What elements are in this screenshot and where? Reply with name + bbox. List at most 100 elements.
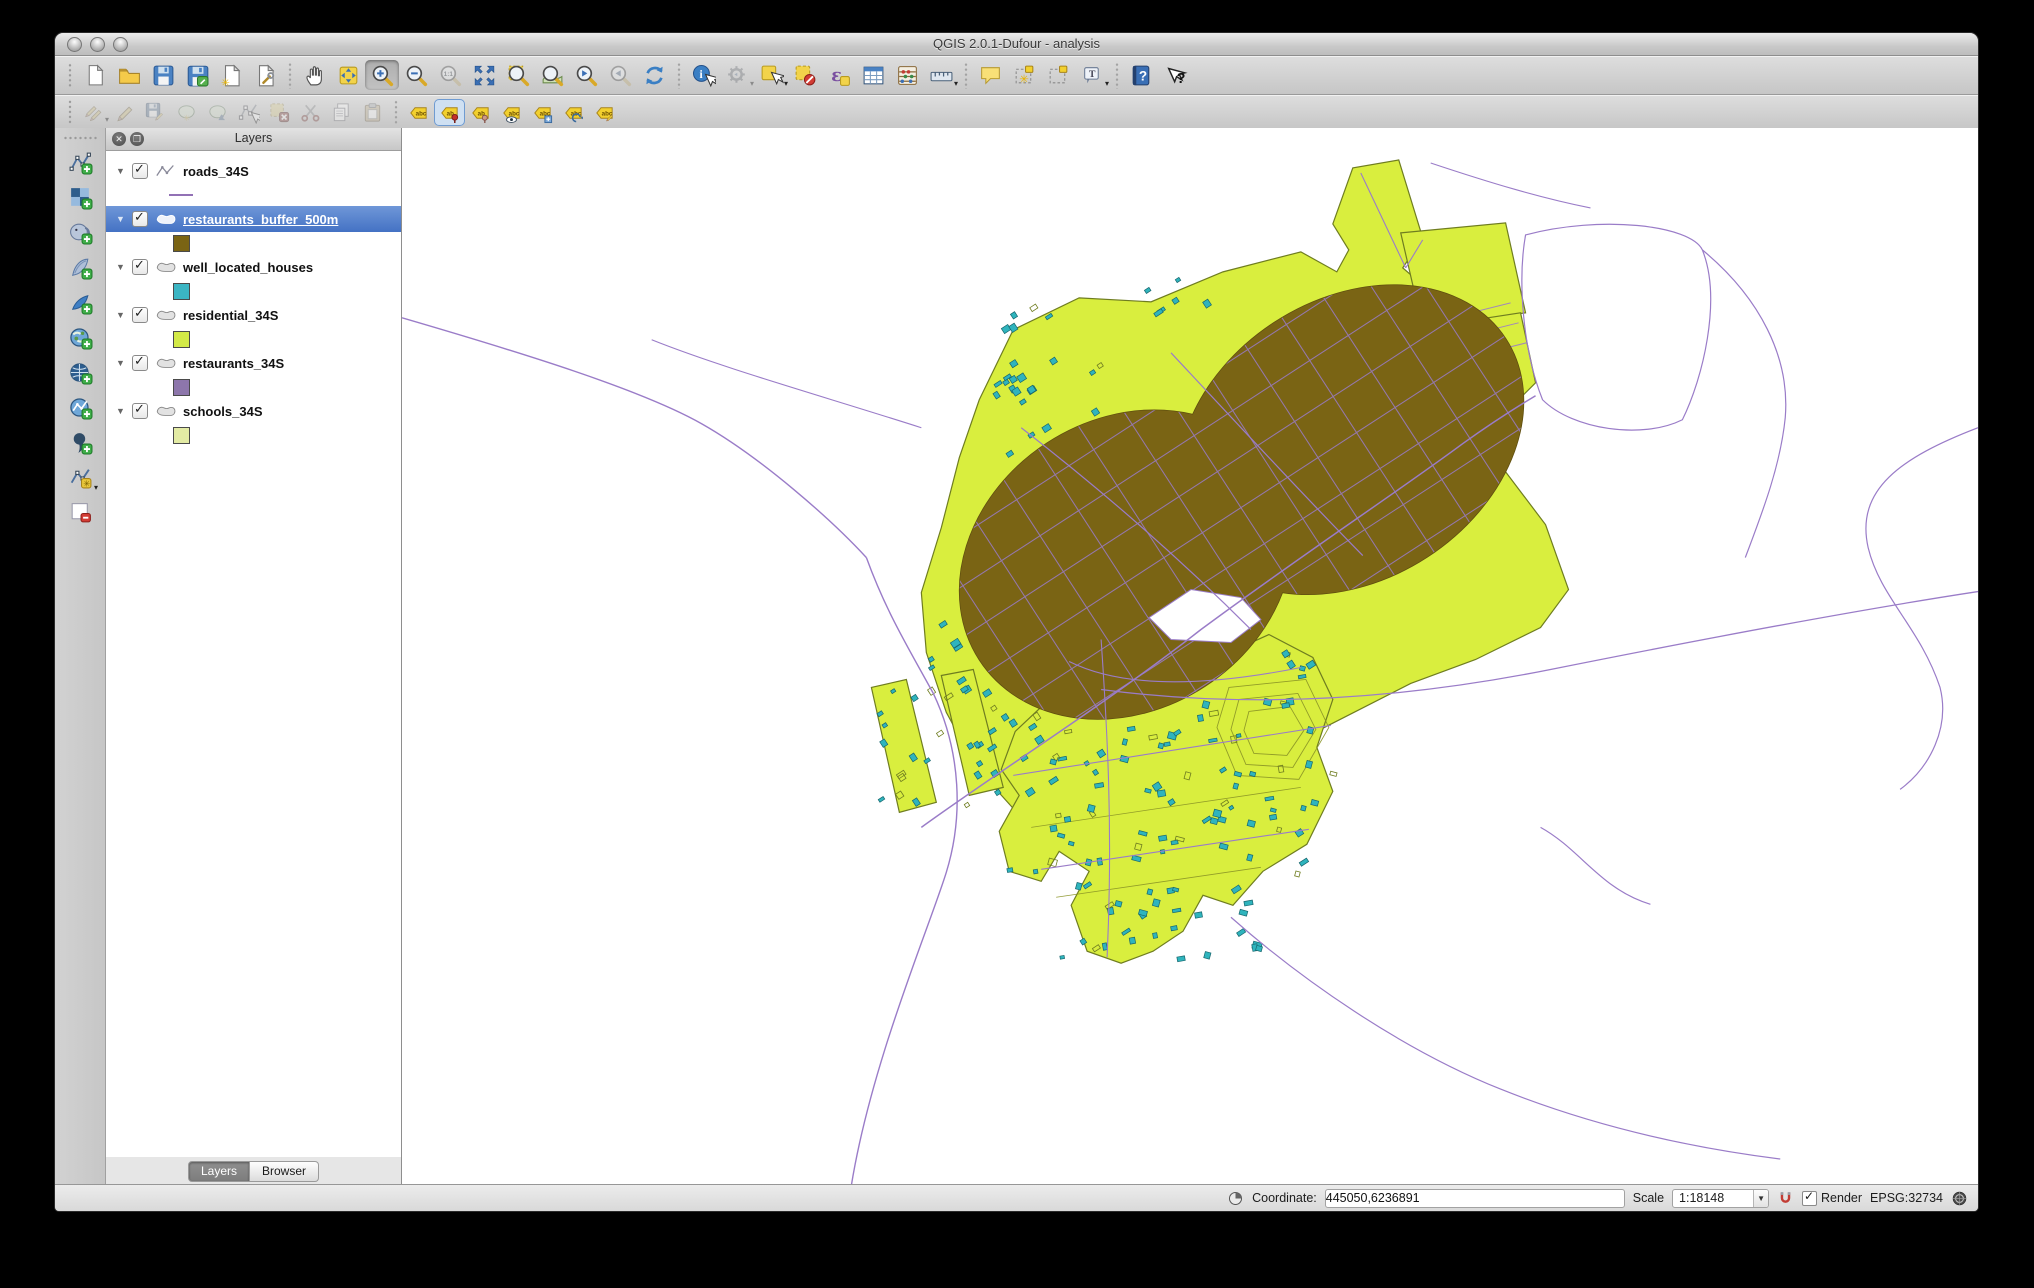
layer-item-schools_34S[interactable]: ▼schools_34S — [106, 398, 401, 424]
layer-swatch[interactable] — [173, 379, 190, 396]
identify-features-button[interactable]: i — [686, 60, 720, 90]
layer-swatch[interactable] — [173, 427, 190, 444]
layer-expand-icon[interactable]: ▼ — [116, 262, 126, 272]
move-label-button[interactable]: abc — [527, 99, 558, 126]
add-wfs-layer-button[interactable] — [62, 391, 98, 424]
help-contents-button[interactable]: ? — [1124, 60, 1158, 90]
pan-map-button[interactable] — [297, 60, 331, 90]
layer-item-residential_34S[interactable]: ▼residential_34S — [106, 302, 401, 328]
add-postgis-layer-button[interactable] — [62, 216, 98, 249]
layer-swatch[interactable] — [169, 194, 193, 196]
map-tips-button[interactable] — [973, 60, 1007, 90]
labeling-options-button[interactable]: abc — [403, 99, 434, 126]
layer-expand-icon[interactable]: ▼ — [116, 166, 126, 176]
tag-move-icon: abc — [531, 101, 554, 124]
layer-visibility-checkbox[interactable] — [132, 163, 148, 179]
layer-swatch[interactable] — [173, 331, 190, 348]
new-print-composer-button[interactable]: ✳ — [214, 60, 248, 90]
text-annotation-button[interactable]: T▾ — [1075, 60, 1109, 90]
layer-visibility-checkbox[interactable] — [132, 403, 148, 419]
map-canvas[interactable] — [402, 128, 1978, 1185]
open-project-button[interactable] — [112, 60, 146, 90]
show-hide-labels-button[interactable]: abc — [496, 99, 527, 126]
map-refresh-button[interactable] — [637, 60, 671, 90]
new-shapefile-layer-button[interactable]: ✳▾ — [62, 461, 98, 494]
layer-expand-icon[interactable]: ▼ — [116, 358, 126, 368]
hand-icon — [302, 63, 327, 88]
layer-name: restaurants_34S — [183, 356, 284, 371]
select-by-expression-button[interactable]: ε — [822, 60, 856, 90]
add-wcs-layer-button[interactable] — [62, 356, 98, 389]
svg-text:abc: abc — [416, 110, 427, 117]
layer-item-restaurants_buffer_500m[interactable]: ▼restaurants_buffer_500m — [106, 206, 401, 232]
add-mssql-layer-button[interactable] — [62, 286, 98, 319]
save-project-button[interactable] — [146, 60, 180, 90]
dropdown-arrow-icon[interactable]: ▾ — [1105, 80, 1109, 88]
delete-selected-button — [264, 99, 295, 126]
scale-combo[interactable]: 1:18148 ▼ — [1672, 1189, 1769, 1208]
change-label-properties-button[interactable]: abc — [589, 99, 620, 126]
add-vector-layer-button[interactable] — [62, 146, 98, 179]
field-calculator-button[interactable] — [890, 60, 924, 90]
layer-visibility-checkbox[interactable] — [132, 211, 148, 227]
deselect-features-button[interactable] — [788, 60, 822, 90]
layer-visibility-checkbox[interactable] — [132, 307, 148, 323]
panel-tabs: LayersBrowser — [106, 1157, 401, 1185]
layer-item-restaurants_34S[interactable]: ▼ restaurants_34S — [106, 350, 401, 376]
render-toggle[interactable]: Render — [1802, 1191, 1862, 1206]
whats-this-button[interactable]: ? — [1158, 60, 1192, 90]
scale-lock-icon[interactable] — [1777, 1190, 1794, 1207]
remove-layer-button[interactable] — [62, 496, 98, 529]
layer-item-well_located_houses[interactable]: ▼well_located_houses — [106, 254, 401, 280]
tag-abc-icon: abc — [407, 101, 430, 124]
add-spatialite-layer-button[interactable] — [62, 251, 98, 284]
layer-visibility-checkbox[interactable] — [132, 259, 148, 275]
select-features-button[interactable]: ▾ — [754, 60, 788, 90]
zoom-to-layer-button[interactable] — [535, 60, 569, 90]
bubble-icon — [978, 63, 1003, 88]
rotate-label-button[interactable]: abc — [558, 99, 589, 126]
layer-item-roads_34S[interactable]: ▼roads_34S — [106, 158, 401, 184]
highlight-pinned-labels-button[interactable]: ab — [465, 99, 496, 126]
new-bookmark-button[interactable]: ✳ — [1007, 60, 1041, 90]
dropdown-arrow-icon[interactable]: ▾ — [94, 484, 98, 492]
render-checkbox[interactable] — [1802, 1191, 1817, 1206]
crs-status-icon[interactable] — [1951, 1190, 1968, 1207]
pan-to-selection-button[interactable] — [331, 60, 365, 90]
new-project-button[interactable] — [78, 60, 112, 90]
new-spatialite-layer-button[interactable] — [62, 426, 98, 459]
node-icon — [237, 101, 260, 124]
add-wms-layer-button[interactable] — [62, 321, 98, 354]
layer-swatch[interactable] — [173, 235, 190, 252]
save-project-as-button[interactable] — [180, 60, 214, 90]
tag-pin-icon: ab — [438, 101, 461, 124]
scale-value: 1:18148 — [1673, 1190, 1753, 1207]
measure-button[interactable]: ▾ — [924, 60, 958, 90]
layer-expand-icon[interactable]: ▼ — [116, 406, 126, 416]
coordinate-input[interactable]: 445050,6236891 — [1325, 1189, 1625, 1208]
scissors-icon — [299, 101, 322, 124]
add-raster-layer-button[interactable] — [62, 181, 98, 214]
title-bar[interactable]: QGIS 2.0.1-Dufour - analysis — [55, 33, 1978, 56]
zoom-to-selection-button[interactable] — [501, 60, 535, 90]
layer-expand-icon[interactable]: ▼ — [116, 214, 126, 224]
remove-icon — [68, 500, 93, 525]
layer-visibility-checkbox[interactable] — [132, 355, 148, 371]
scale-dropdown-icon[interactable]: ▼ — [1753, 1190, 1768, 1207]
zoom-out-button[interactable] — [399, 60, 433, 90]
layers-panel-header: ✕ ❐ Layers — [106, 128, 401, 151]
zoom-last-button[interactable] — [569, 60, 603, 90]
layer-swatch[interactable] — [173, 283, 190, 300]
table-icon — [861, 63, 886, 88]
layer-expand-icon[interactable]: ▼ — [116, 310, 126, 320]
open-attribute-table-button[interactable] — [856, 60, 890, 90]
panel-tab-browser[interactable]: Browser — [250, 1161, 319, 1182]
show-bookmarks-button[interactable] — [1041, 60, 1075, 90]
pin-labels-button[interactable]: ab — [434, 99, 465, 126]
main-toolbar: ✳1:1i▾▾ε▾✳T▾?? — [55, 56, 1978, 95]
panel-tab-layers[interactable]: Layers — [188, 1161, 250, 1182]
zoom-in-button[interactable] — [365, 60, 399, 90]
composer-manager-button[interactable] — [248, 60, 282, 90]
dropdown-arrow-icon[interactable]: ▾ — [954, 80, 958, 88]
zoom-full-button[interactable] — [467, 60, 501, 90]
